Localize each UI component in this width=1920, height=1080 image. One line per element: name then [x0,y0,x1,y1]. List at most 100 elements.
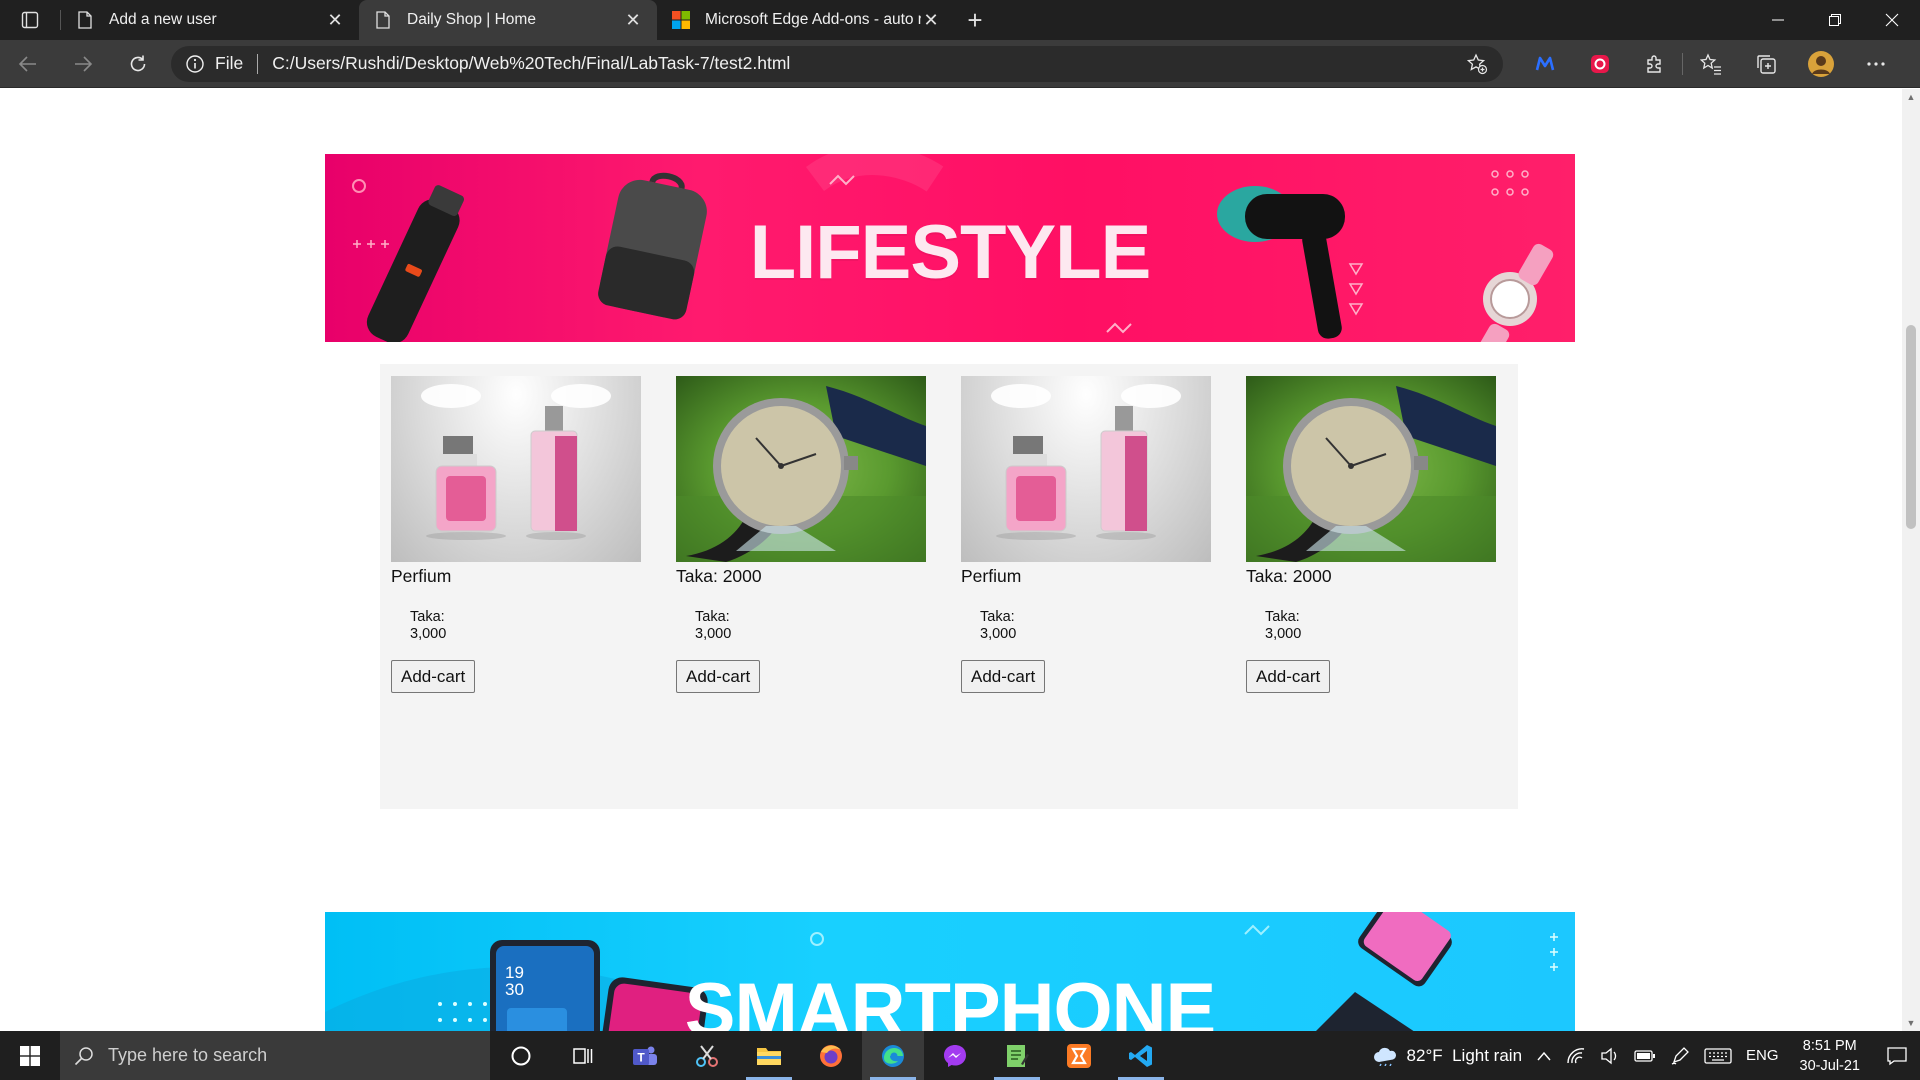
task-view-button[interactable] [552,1031,614,1080]
page-icon [373,10,393,30]
new-tab-button[interactable]: + [955,0,995,40]
snipping-tool-app[interactable] [676,1031,738,1080]
add-cart-button[interactable]: Add-cart [676,660,761,693]
edge-app[interactable] [862,1031,924,1080]
minimize-icon [1771,19,1784,21]
xampp-icon [1067,1043,1091,1068]
speaker-icon [1601,1047,1617,1064]
address-url[interactable]: C:/Users/Rushdi/Desktop/Web%20Tech/Final… [272,53,1465,74]
add-cart-button[interactable]: Add-cart [1246,660,1331,693]
minimize-button[interactable] [1749,0,1806,40]
tab-actions-icon [21,11,39,29]
window-close-button[interactable] [1863,0,1920,40]
chevron-up-icon [1537,1051,1551,1060]
collections-button[interactable] [1738,40,1793,88]
task-view-icon [573,1047,593,1064]
clock[interactable]: 8:51 PM 30-Jul-21 [1786,1036,1874,1076]
info-icon[interactable] [185,54,205,74]
forward-button[interactable] [55,40,110,88]
refresh-icon [130,55,145,71]
tab-daily-shop[interactable]: Daily Shop | Home ✕ [359,0,657,40]
close-icon[interactable]: ✕ [921,10,941,30]
restore-button[interactable] [1806,0,1863,40]
taskbar-search[interactable]: Type here to search [60,1031,490,1080]
address-scheme-label: File [215,53,244,73]
extension-red-icon [1590,54,1609,73]
product-name: Perfium [391,566,452,586]
network-status[interactable] [1559,1047,1593,1065]
price-label: Taka: [1265,609,1300,625]
notification-center-button[interactable] [1874,1046,1920,1066]
file-explorer-app[interactable] [738,1031,800,1080]
touch-keyboard[interactable] [1697,1047,1739,1065]
search-icon [74,1046,94,1066]
vscode-icon [1129,1044,1152,1067]
vscode-app[interactable] [1110,1031,1172,1080]
product-grid: Perfium Taka: 3,000 Add-cart Taka: 2000 … [380,364,1518,809]
puzzle-icon [1646,54,1661,73]
price-label: Taka: [410,609,445,625]
address-bar[interactable]: File C:/Users/Rushdi/Desktop/Web%20Tech/… [171,45,1503,82]
product-price: Taka: 3,000 [695,609,926,643]
collections-icon [1756,54,1776,74]
search-placeholder: Type here to search [108,1045,268,1065]
firefox-app[interactable] [800,1031,862,1080]
page-icon [75,10,95,30]
extensions-button[interactable] [1627,40,1682,88]
back-arrow-icon [18,55,36,72]
volume-control[interactable] [1593,1047,1627,1065]
pen-icon [1671,1046,1689,1065]
product-card: Perfium Taka: 3,000 Add-cart [391,376,641,693]
add-cart-button[interactable]: Add-cart [391,660,476,693]
pen-workspace[interactable] [1663,1046,1697,1066]
close-icon[interactable]: ✕ [623,10,643,30]
scrollbar-thumb[interactable] [1906,325,1916,529]
tab-actions-button[interactable] [0,0,60,40]
notepad-app[interactable] [986,1031,1048,1080]
extension-m-button[interactable] [1517,40,1572,88]
settings-more-button[interactable] [1848,40,1903,88]
microsoft-logo-icon [671,10,691,30]
restore-icon [1828,14,1841,26]
messenger-app[interactable] [924,1031,986,1080]
taskbar: Type here to search T 82°F Light rain EN… [0,1031,1920,1080]
extension-red-button[interactable] [1572,40,1627,88]
favorites-icon [1699,52,1721,75]
show-hidden-icons[interactable] [1529,1050,1559,1062]
product-card: Taka: 2000 Taka: 3,000 Add-cart [1246,376,1496,693]
start-button[interactable] [0,1031,60,1080]
back-button[interactable] [0,40,55,88]
xampp-app[interactable] [1048,1031,1110,1080]
cortana-button[interactable] [490,1031,552,1080]
profile-button[interactable] [1793,40,1848,88]
close-icon[interactable]: ✕ [325,10,345,30]
notification-icon [1887,1046,1907,1065]
keyboard-icon [1704,1047,1732,1064]
banner-title: SMARTPHONE [684,968,1216,1031]
refresh-button[interactable] [110,40,165,88]
windows-logo-icon [20,1045,40,1066]
price-label: Taka: [980,609,1015,625]
battery-status[interactable] [1627,1049,1663,1063]
tab-title: Add a new user [109,11,217,28]
tab-edge-addons[interactable]: Microsoft Edge Add-ons - auto r ✕ [657,0,955,40]
product-price: Taka: 3,000 [980,609,1211,643]
tab-add-user[interactable]: Add a new user ✕ [61,0,359,40]
teams-app[interactable]: T [614,1031,676,1080]
scroll-up-icon[interactable]: ▲ [1902,89,1920,105]
perfume-image [391,376,641,562]
product-price: Taka: 3,000 [1265,609,1496,643]
add-cart-button[interactable]: Add-cart [961,660,1046,693]
more-icon [1866,61,1885,66]
watch-image [1246,376,1496,562]
weather-widget[interactable]: 82°F Light rain [1366,1046,1529,1066]
lifestyle-banner: LIFESTYLE [325,154,1575,342]
product-name: Taka: 2000 [1246,566,1332,586]
edge-icon [882,1044,904,1067]
input-language[interactable]: ENG [1739,1047,1786,1064]
add-favorite-icon[interactable] [1465,52,1489,75]
page-scrollbar[interactable]: ▲ ▼ [1902,89,1920,1031]
favorites-button[interactable] [1683,40,1738,88]
clock-date: 30-Jul-21 [1799,1057,1860,1074]
scroll-down-icon[interactable]: ▼ [1902,1015,1920,1031]
